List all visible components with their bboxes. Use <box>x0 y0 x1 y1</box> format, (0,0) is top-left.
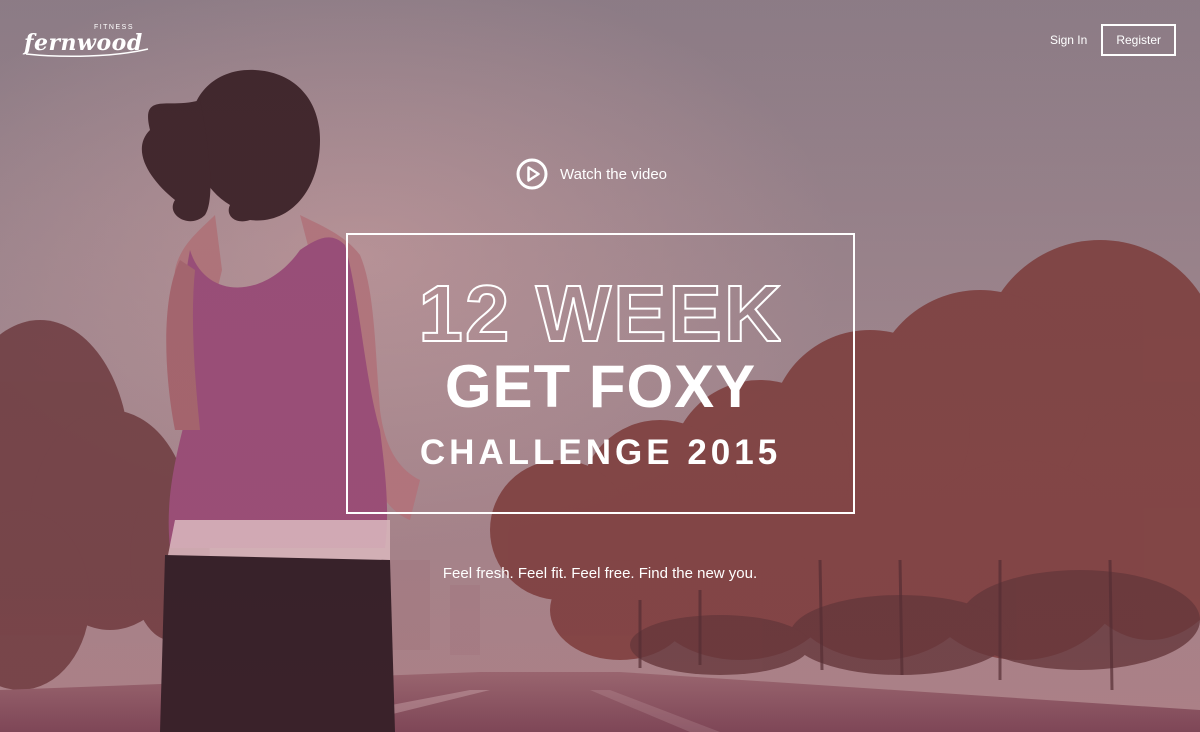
register-button[interactable]: Register <box>1101 24 1176 56</box>
title-line-12-week: 12 WEEK <box>348 273 853 351</box>
fernwood-logo[interactable]: FITNESS fernwood <box>24 22 154 58</box>
header-actions: Sign In Register <box>1050 24 1176 56</box>
title-line-challenge-2015: CHALLENGE 2015 <box>419 433 782 472</box>
hero-tagline: Feel fresh. Feel fit. Feel free. Find th… <box>442 565 758 582</box>
play-circle-icon[interactable] <box>516 158 548 190</box>
challenge-title-box: 12 WEEK GET FOXY CHALLENGE 2015 <box>346 233 855 514</box>
logo-swoosh-icon <box>25 48 149 58</box>
watch-video-label: Watch the video <box>560 165 667 183</box>
sign-in-link[interactable]: Sign In <box>1050 33 1087 47</box>
watch-video-link[interactable]: Watch the video <box>516 158 667 190</box>
title-line-get-foxy: GET FOXY <box>444 353 757 420</box>
title-line1-text: 12 WEEK <box>421 273 781 351</box>
hero-section: FITNESS fernwood Sign In Register Watch … <box>0 0 1200 732</box>
